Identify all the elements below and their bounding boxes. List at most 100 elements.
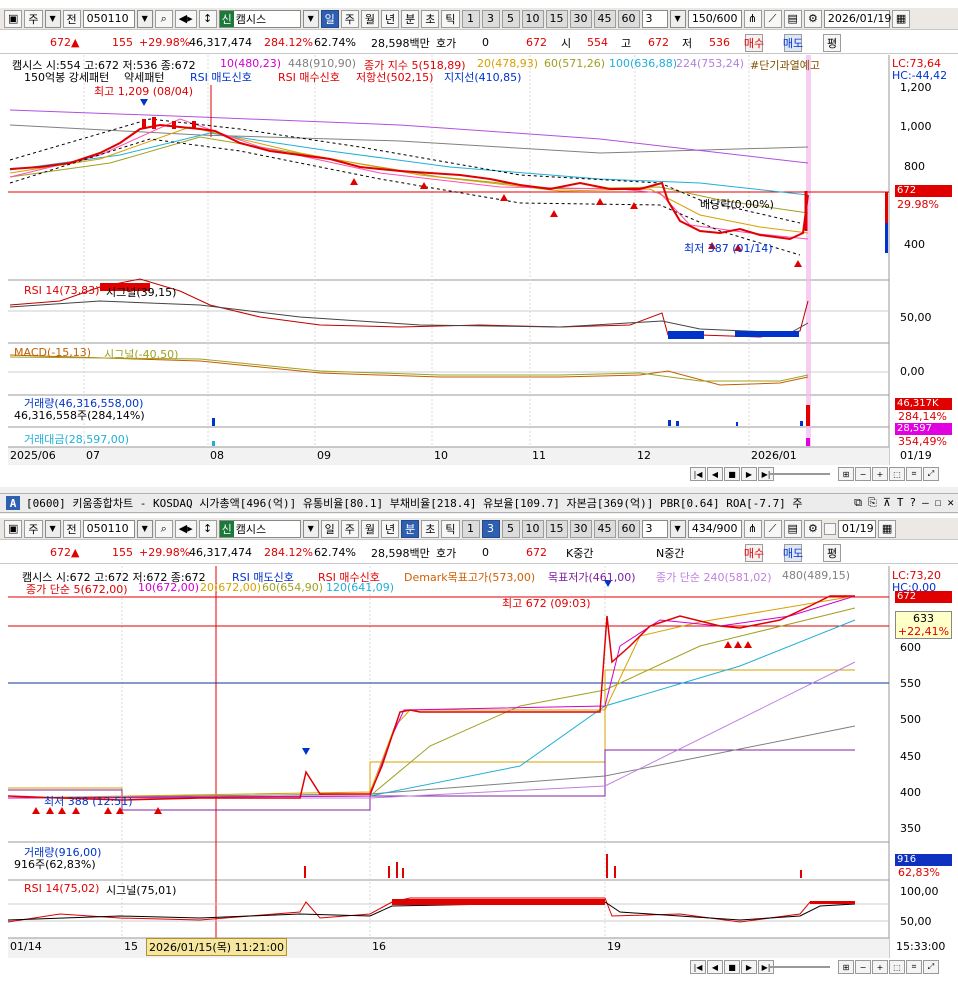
- account-type-button[interactable]: 주: [24, 519, 43, 538]
- interval-5-button[interactable]: 5: [501, 519, 520, 538]
- zoom-out-icon[interactable]: −: [855, 960, 871, 974]
- buy-button[interactable]: 매수: [744, 544, 764, 562]
- crop-icon[interactable]: ⌗: [906, 960, 922, 974]
- period-year-button[interactable]: 년: [381, 519, 400, 538]
- sell-button[interactable]: 매도: [783, 34, 803, 52]
- prev-icon[interactable]: ◀: [707, 960, 723, 974]
- select-icon[interactable]: ⬚: [889, 467, 905, 481]
- stock-name-field[interactable]: 신 캠시스: [218, 9, 301, 28]
- interval-45-button[interactable]: 45: [593, 519, 616, 538]
- account-type-button[interactable]: 주: [24, 9, 43, 28]
- sell-button[interactable]: 매도: [783, 544, 803, 562]
- expand-icon[interactable]: ⤢: [923, 960, 939, 974]
- period-second-button[interactable]: 초: [421, 519, 440, 538]
- zoom-slider[interactable]: [770, 966, 830, 968]
- period-second-button[interactable]: 초: [421, 9, 440, 28]
- interval-5-button[interactable]: 5: [501, 9, 520, 28]
- period-day-button[interactable]: 일: [320, 9, 339, 28]
- chevron-down-icon[interactable]: ▼: [44, 519, 61, 538]
- stop-icon[interactable]: ■: [724, 467, 740, 481]
- stock-code-input[interactable]: 050110: [82, 9, 135, 28]
- period-year-button[interactable]: 년: [381, 9, 400, 28]
- interval-input[interactable]: 3: [641, 519, 668, 538]
- period-minute-button[interactable]: 분: [401, 519, 420, 538]
- expand-icon[interactable]: ⤢: [923, 467, 939, 481]
- grid-icon[interactable]: ⊞: [838, 960, 854, 974]
- search-icon[interactable]: ⌕: [154, 519, 173, 538]
- sort-icon[interactable]: ↕: [198, 9, 217, 28]
- period-minute-button[interactable]: 분: [401, 9, 420, 28]
- chevron-down-icon[interactable]: ▼: [669, 9, 686, 28]
- eval-button[interactable]: 평: [823, 34, 842, 52]
- save-icon[interactable]: ▤: [783, 519, 802, 538]
- gear-icon[interactable]: ⚙: [803, 9, 822, 28]
- calendar-icon[interactable]: ▦: [877, 519, 897, 538]
- save-icon[interactable]: ▤: [783, 9, 802, 28]
- next-icon[interactable]: ▶: [741, 467, 757, 481]
- interval-input[interactable]: 3: [641, 9, 668, 28]
- minimize-icon[interactable]: —: [922, 496, 929, 510]
- period-week-button[interactable]: 주: [340, 9, 359, 28]
- zoom-in-icon[interactable]: +: [872, 467, 888, 481]
- count-input[interactable]: 150/600: [687, 9, 742, 28]
- buy-button[interactable]: 매수: [744, 34, 764, 52]
- all-button[interactable]: 전: [62, 519, 81, 538]
- copy-icon[interactable]: ⎘: [868, 496, 877, 510]
- zoom-in-icon[interactable]: +: [872, 960, 888, 974]
- trend-icon[interactable]: ⟋: [763, 519, 782, 538]
- interval-3-button[interactable]: 3: [481, 519, 500, 538]
- zoom-slider[interactable]: [770, 473, 830, 475]
- interval-45-button[interactable]: 45: [593, 9, 616, 28]
- interval-15-button[interactable]: 15: [545, 519, 568, 538]
- interval-10-button[interactable]: 10: [521, 519, 544, 538]
- stock-name-field[interactable]: 신 캠시스: [218, 519, 301, 538]
- top-chart-svg[interactable]: [0, 55, 958, 465]
- all-button[interactable]: 전: [62, 9, 81, 28]
- chevron-down-icon[interactable]: ▼: [136, 9, 153, 28]
- maximize-icon[interactable]: ☐: [935, 496, 942, 510]
- zoom-out-icon[interactable]: −: [855, 467, 871, 481]
- crop-icon[interactable]: ⌗: [906, 467, 922, 481]
- period-tick-button[interactable]: 틱: [441, 9, 460, 28]
- stop-icon[interactable]: ■: [724, 960, 740, 974]
- help-icon[interactable]: ?: [910, 496, 917, 510]
- indicator-icon[interactable]: ⋔: [743, 9, 762, 28]
- link-icon[interactable]: ⧉: [854, 496, 862, 510]
- grid-icon[interactable]: ⊞: [838, 467, 854, 481]
- period-week-button[interactable]: 주: [340, 519, 359, 538]
- font-icon[interactable]: T: [897, 496, 904, 510]
- next-icon[interactable]: ▶: [741, 960, 757, 974]
- speaker-icon[interactable]: ◀▸: [174, 9, 197, 28]
- bottom-chart-svg[interactable]: [0, 566, 958, 958]
- select-icon[interactable]: ⬚: [889, 960, 905, 974]
- interval-1-button[interactable]: 1: [461, 519, 480, 538]
- first-icon[interactable]: |◀: [690, 467, 706, 481]
- interval-1-button[interactable]: 1: [461, 9, 480, 28]
- date-input[interactable]: 2026/01/19: [823, 9, 891, 28]
- chevron-down-icon[interactable]: ▼: [44, 9, 61, 28]
- search-icon[interactable]: ⌕: [154, 9, 173, 28]
- speaker-icon[interactable]: ◀▸: [174, 519, 197, 538]
- interval-60-button[interactable]: 60: [617, 9, 640, 28]
- period-month-button[interactable]: 월: [360, 519, 380, 538]
- interval-60-button[interactable]: 60: [617, 519, 640, 538]
- layout-icon[interactable]: ▣: [4, 9, 23, 28]
- indicator-icon[interactable]: ⋔: [743, 519, 762, 538]
- first-icon[interactable]: |◀: [690, 960, 706, 974]
- layout-icon[interactable]: ▣: [4, 519, 23, 538]
- eval-button[interactable]: 평: [823, 544, 842, 562]
- count-input[interactable]: 434/900: [687, 519, 742, 538]
- interval-3-button[interactable]: 3: [481, 9, 500, 28]
- interval-30-button[interactable]: 30: [569, 9, 592, 28]
- chevron-down-icon[interactable]: ▼: [136, 519, 153, 538]
- period-tick-button[interactable]: 틱: [441, 519, 460, 538]
- period-day-button[interactable]: 일: [320, 519, 339, 538]
- interval-30-button[interactable]: 30: [569, 519, 592, 538]
- prev-icon[interactable]: ◀: [707, 467, 723, 481]
- interval-10-button[interactable]: 10: [521, 9, 544, 28]
- pin-icon[interactable]: ⊼: [883, 496, 891, 510]
- interval-15-button[interactable]: 15: [545, 9, 568, 28]
- date-checkbox[interactable]: [823, 522, 836, 535]
- stock-code-input[interactable]: 050110: [82, 519, 135, 538]
- chevron-down-icon[interactable]: ▼: [302, 519, 319, 538]
